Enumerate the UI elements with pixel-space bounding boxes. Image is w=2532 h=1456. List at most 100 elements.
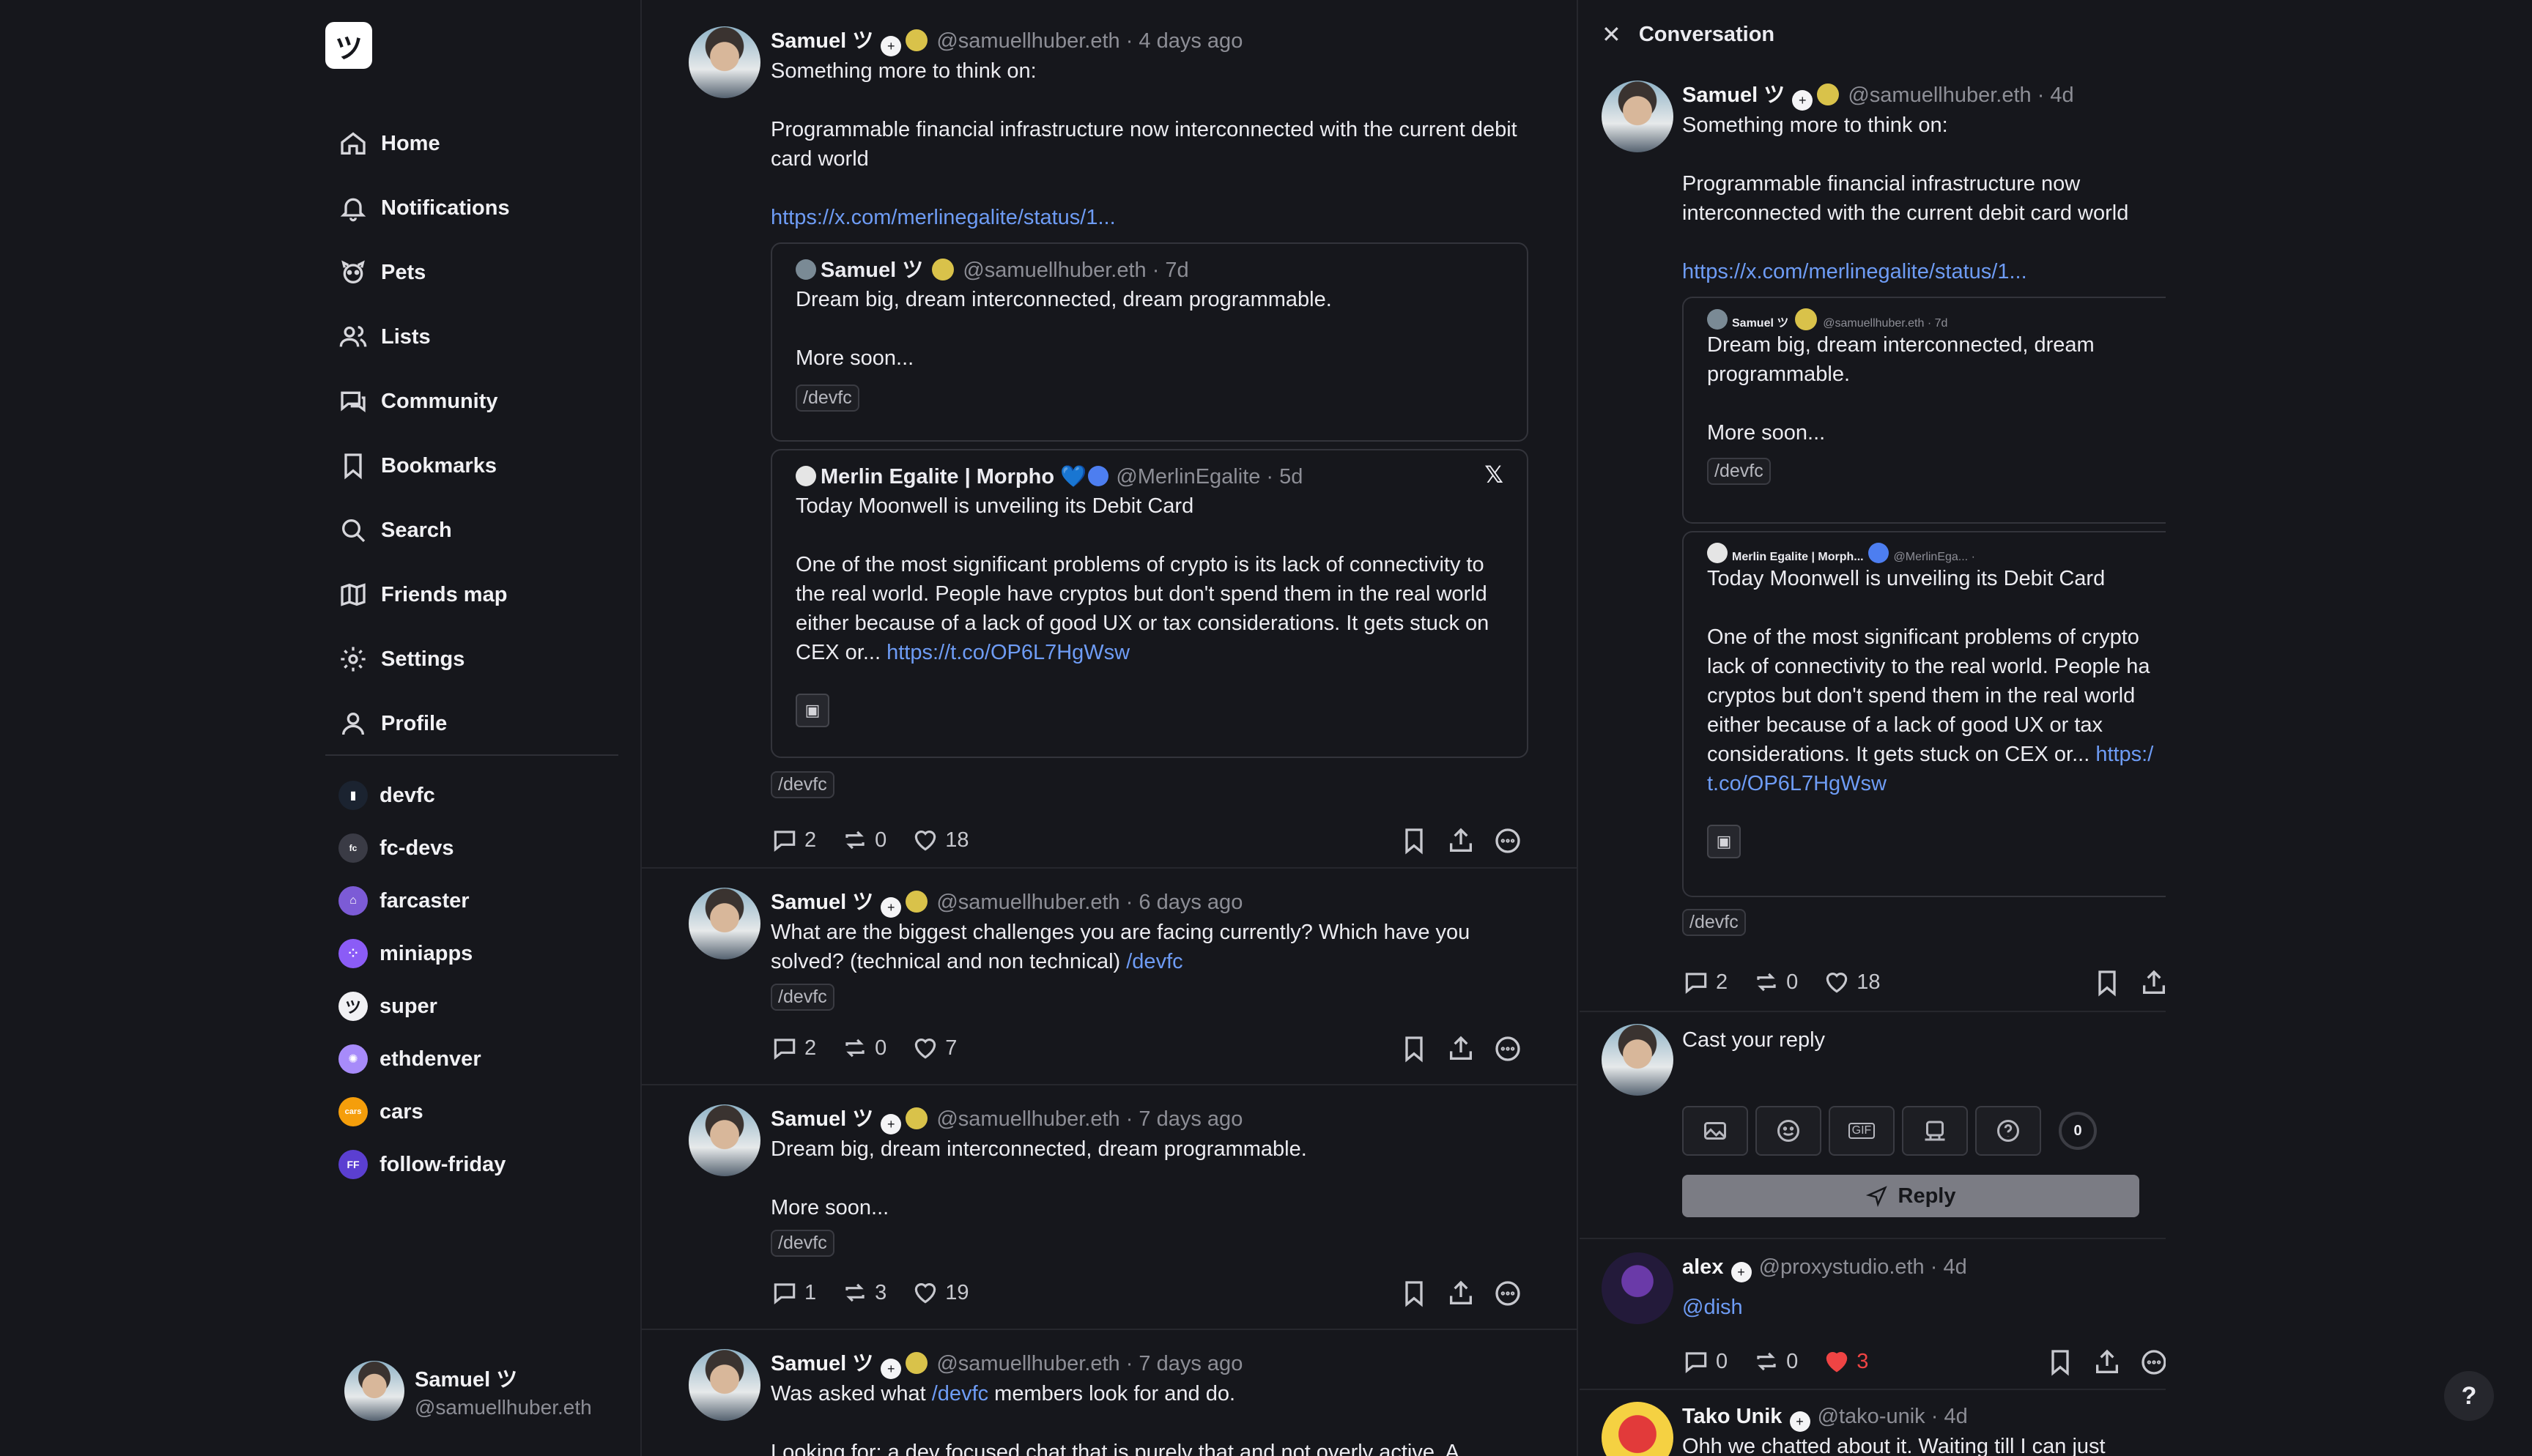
author-name[interactable]: Samuel ツ (1682, 83, 1785, 107)
channel-item-super[interactable]: ツ super (338, 980, 617, 1033)
avatar[interactable] (1602, 1252, 1673, 1324)
channel-link[interactable]: /devfc (1126, 950, 1182, 973)
recast-button[interactable]: 0 (841, 826, 886, 854)
channel-item-cars[interactable]: cars cars (338, 1085, 617, 1138)
channel-tag[interactable]: /devfc (771, 984, 834, 1011)
like-button[interactable]: 19 (911, 1279, 969, 1307)
image-upload-button[interactable] (1682, 1106, 1748, 1156)
author-handle[interactable]: @samuellhuber.eth (936, 29, 1119, 53)
app-logo[interactable]: ツ (325, 22, 372, 69)
author-handle[interactable]: @samuellhuber.eth (936, 1107, 1119, 1131)
bookmark-icon[interactable] (1399, 1034, 1429, 1063)
share-icon[interactable] (1446, 826, 1476, 855)
channel-tag[interactable]: /devfc (796, 385, 859, 412)
link-text[interactable]: https://x.com/merlinegalite/status/1... (1682, 260, 2027, 283)
help-button[interactable]: ? (2444, 1371, 2494, 1421)
author-handle[interactable]: @samuellhuber.eth · 4d (1848, 83, 2073, 107)
quote-link[interactable]: https://t.co/OP6L7HgWsw (886, 641, 1130, 664)
channel-tag[interactable]: /devfc (1707, 458, 1771, 485)
author-name[interactable]: Tako Unik (1682, 1405, 1782, 1428)
reply-submit-button[interactable]: Reply (1682, 1175, 2139, 1217)
channel-item-farcaster[interactable]: ⌂ farcaster (338, 874, 617, 927)
nav-bookmarks[interactable]: Bookmarks (338, 434, 617, 498)
emoji-button[interactable] (1755, 1106, 1821, 1156)
avatar[interactable] (689, 1349, 760, 1421)
reply-input[interactable]: Cast your reply (1682, 1025, 2151, 1055)
channel-item-fc-devs[interactable]: fc fc-devs (338, 822, 617, 874)
share-icon[interactable] (1446, 1279, 1476, 1308)
nav-notifications[interactable]: Notifications (338, 176, 617, 240)
channel-tag[interactable]: /devfc (771, 771, 834, 798)
author-handle[interactable]: @proxystudio.eth · 4d (1759, 1255, 1967, 1279)
quoted-embed[interactable]: Merlin Egalite | Morpho 💙 @MerlinEgalite… (771, 449, 1528, 758)
recast-button[interactable]: 0 (841, 1034, 886, 1062)
channel-tag[interactable]: /devfc (771, 1230, 834, 1257)
author-name[interactable]: Samuel ツ (771, 891, 873, 914)
author-handle[interactable]: @samuellhuber.eth (936, 891, 1119, 914)
channel-link[interactable]: /devfc (932, 1382, 988, 1405)
author-name[interactable]: alex (1682, 1255, 1723, 1279)
more-icon[interactable] (1493, 826, 1522, 855)
share-icon[interactable] (1446, 1034, 1476, 1063)
nav-profile[interactable]: Profile (338, 691, 617, 756)
like-button[interactable]: 3 (1823, 1348, 1868, 1375)
image-icon[interactable]: ▣ (1707, 825, 1741, 858)
feed-post[interactable]: Samuel ツ + @samuellhuber.eth · 7 days ag… (642, 1330, 1577, 1456)
like-button[interactable]: 18 (911, 826, 969, 854)
reply-cast[interactable]: Tako Unik + @tako-unik · 4d Ohh we chatt… (1682, 1402, 2166, 1456)
recast-button[interactable]: 0 (1752, 1348, 1798, 1375)
more-icon[interactable] (1493, 1279, 1522, 1308)
current-user[interactable]: Samuel ツ @samuellhuber.eth (344, 1361, 592, 1421)
post-link[interactable]: https://x.com/merlinegalite/status/1... (1682, 257, 2166, 286)
author-name[interactable]: Samuel ツ (771, 1352, 873, 1375)
feed-post[interactable]: Samuel ツ + @samuellhuber.eth · 4 days ag… (642, 0, 1577, 869)
link-text[interactable]: https://x.com/merlinegalite/status/1... (771, 206, 1116, 229)
recast-button[interactable]: 3 (841, 1279, 886, 1307)
reply-button[interactable]: 2 (771, 1034, 816, 1062)
avatar[interactable] (689, 888, 760, 959)
recast-button[interactable]: 0 (1752, 968, 1798, 996)
quoted-embed[interactable]: Merlin Egalite | Morph... @MerlinEga... … (1682, 531, 2166, 897)
reply-button[interactable]: 2 (771, 826, 816, 854)
reply-button[interactable]: 2 (1682, 968, 1728, 996)
avatar[interactable] (1602, 1402, 1673, 1456)
avatar[interactable] (1602, 81, 1673, 152)
author-name[interactable]: Samuel ツ (771, 29, 873, 53)
like-button[interactable]: 18 (1823, 968, 1881, 996)
more-icon[interactable] (2139, 1348, 2166, 1377)
gif-button[interactable]: GIF (1829, 1106, 1895, 1156)
nav-settings[interactable]: Settings (338, 627, 617, 691)
reply-cast[interactable]: alex + @proxystudio.eth · 4d @dish (1682, 1252, 2166, 1322)
channel-item-follow-friday[interactable]: FF follow-friday (338, 1138, 617, 1191)
feed-post[interactable]: Samuel ツ + @samuellhuber.eth · 6 days ag… (642, 869, 1577, 1085)
channel-item-miniapps[interactable]: ⁘ miniapps (338, 927, 617, 980)
channel-item-ethdenver[interactable]: ✺ ethdenver (338, 1033, 617, 1085)
bookmark-icon[interactable] (1399, 1279, 1429, 1308)
avatar[interactable] (689, 26, 760, 98)
avatar[interactable] (689, 1104, 760, 1176)
nav-search[interactable]: Search (338, 498, 617, 562)
quoted-cast[interactable]: Samuel ツ @samuellhuber.eth · 7d Dream bi… (1682, 297, 2166, 524)
like-button[interactable]: 7 (911, 1034, 957, 1062)
feed-post[interactable]: Samuel ツ + @samuellhuber.eth · 7 days ag… (642, 1085, 1577, 1330)
bookmark-icon[interactable] (2046, 1348, 2075, 1377)
share-icon[interactable] (2139, 968, 2166, 998)
mention-link[interactable]: @dish (1682, 1296, 1743, 1319)
bookmark-icon[interactable] (2092, 968, 2122, 998)
author-handle[interactable]: @samuellhuber.eth (936, 1352, 1119, 1375)
share-icon[interactable] (2092, 1348, 2122, 1377)
nav-community[interactable]: Community (338, 369, 617, 434)
post-link[interactable]: https://x.com/merlinegalite/status/1... (771, 203, 1540, 232)
image-icon[interactable]: ▣ (796, 694, 829, 727)
nav-pets[interactable]: Pets (338, 240, 617, 305)
quoted-cast[interactable]: Samuel ツ @samuellhuber.eth · 7d Dream bi… (771, 242, 1528, 442)
bookmark-icon[interactable] (1399, 826, 1429, 855)
reply-button[interactable]: 1 (771, 1279, 816, 1307)
question-button[interactable] (1975, 1106, 2041, 1156)
x-logo-icon[interactable]: 𝕏 (1484, 461, 1503, 489)
nav-lists[interactable]: Lists (338, 305, 617, 369)
more-icon[interactable] (1493, 1034, 1522, 1063)
reply-button[interactable]: 0 (1682, 1348, 1728, 1375)
channel-tag[interactable]: /devfc (1682, 909, 1746, 936)
close-icon[interactable]: ✕ (1602, 21, 1621, 48)
